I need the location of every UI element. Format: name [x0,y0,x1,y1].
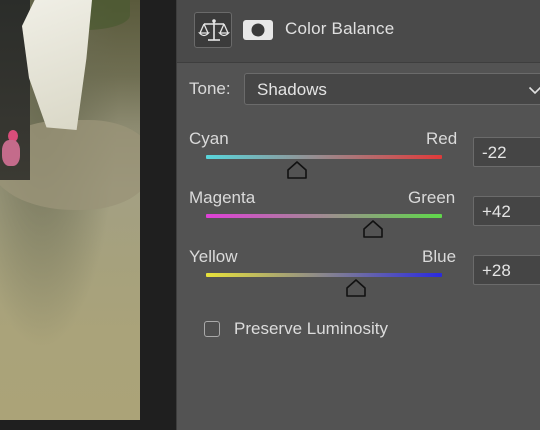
photo-image [0,0,140,420]
adjustment-button[interactable] [194,12,232,48]
slider-label-yellow: Yellow [189,247,238,266]
tone-dropdown[interactable]: Shadows [244,73,540,105]
yellow-blue-slider-track[interactable] [206,273,442,277]
magenta-green-slider-thumb[interactable] [362,220,384,238]
tone-dropdown-value: Shadows [257,80,327,99]
magenta-green-slider-track[interactable] [206,214,442,218]
cyan-red-slider-track[interactable] [206,155,442,159]
properties-panel: Color Balance Tone: Shadows Cyan Red -22… [176,0,540,430]
chevron-down-icon [528,86,540,95]
yellow-blue-value: +28 [482,261,511,280]
panel-header: Color Balance [177,0,540,63]
cyan-red-slider-thumb[interactable] [286,161,308,179]
tone-label: Tone: [189,79,231,98]
slider-label-blue: Blue [422,247,457,266]
mask-button[interactable] [239,12,277,48]
preserve-luminosity-label[interactable]: Preserve Luminosity [234,319,388,339]
document-canvas [0,0,176,430]
yellow-blue-slider-thumb[interactable] [345,279,367,297]
slider-label-magenta: Magenta [189,188,256,207]
slider-label-green: Green [408,188,456,207]
slider-label-cyan: Cyan [189,129,229,148]
magenta-green-value-field[interactable]: +42 [473,196,540,226]
cyan-red-value-field[interactable]: -22 [473,137,540,167]
yellow-blue-value-field[interactable]: +28 [473,255,540,285]
photo-cloth [22,0,92,130]
photo-flower [2,140,20,166]
preserve-luminosity-checkbox[interactable] [204,321,220,337]
cyan-red-value: -22 [482,143,507,162]
panel-title: Color Balance [285,19,395,38]
magenta-green-value: +42 [482,202,511,221]
slider-label-red: Red [426,129,458,148]
